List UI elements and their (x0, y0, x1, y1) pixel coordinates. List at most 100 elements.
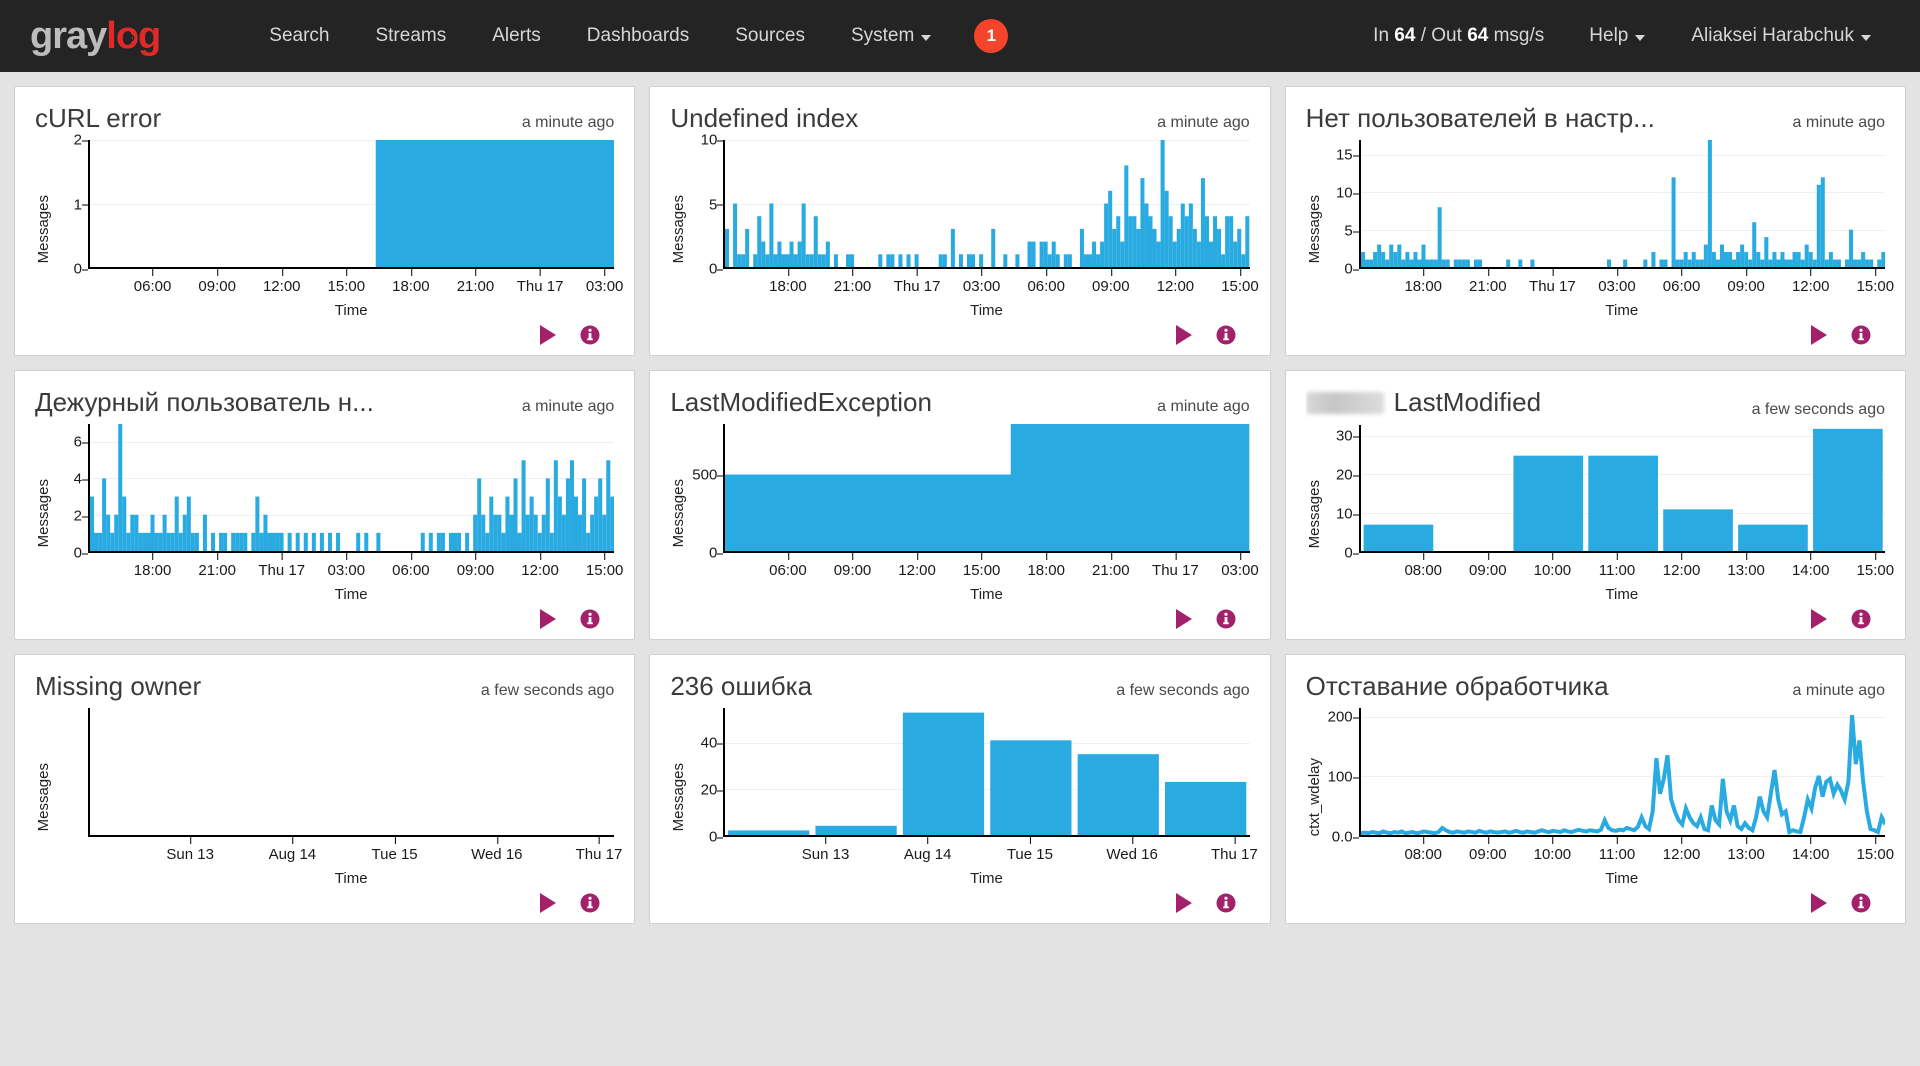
plot-area (54, 708, 614, 837)
widget-header: Дежурный пользователь н...a minute ago (35, 387, 614, 418)
play-icon[interactable] (1174, 608, 1194, 630)
x-tick-label: 14:00 (1792, 562, 1830, 579)
widget-header: cURL errora minute ago (35, 103, 614, 134)
widget-title[interactable]: Дежурный пользователь н... (35, 387, 374, 418)
widget-updated-time: a few seconds ago (1740, 401, 1885, 419)
nav-item-sources[interactable]: Sources (712, 15, 828, 57)
play-icon[interactable] (538, 608, 558, 630)
y-tick-label: 0 (1344, 545, 1352, 562)
widget-title[interactable]: Undefined index (670, 103, 858, 134)
play-icon[interactable] (1809, 608, 1829, 630)
chart-series (725, 708, 1249, 835)
chart-canvas[interactable] (1359, 425, 1885, 554)
x-tick-label: 09:00 (198, 278, 236, 295)
nav-item-dashboards[interactable]: Dashboards (564, 15, 712, 57)
plot-wrapper: 051018:0021:00Thu 1703:0006:0009:0012:00… (689, 140, 1249, 319)
x-tick-label: 06:00 (769, 562, 807, 579)
throughput-in-prefix: In (1373, 25, 1394, 46)
y-axis-label: Messages (35, 479, 52, 547)
widget-title[interactable]: 236 ошибка (670, 671, 812, 702)
widget-title[interactable]: Нет пользователей в настр... (1306, 103, 1655, 134)
widget-updated-time: a minute ago (1145, 398, 1250, 416)
play-icon[interactable] (1174, 892, 1194, 914)
y-axis-ticks: 051015 (1325, 140, 1359, 269)
info-icon[interactable] (580, 325, 600, 345)
plot-wrapper: 050006:0009:0012:0015:0018:0021:00Thu 17… (689, 424, 1249, 603)
chart-canvas[interactable] (88, 708, 614, 837)
x-tick-label: 09:00 (1727, 278, 1765, 295)
nav-item-user-menu[interactable]: Aliaksei Harabchuk (1668, 15, 1894, 57)
widget-footer (670, 887, 1249, 915)
nav-label: Sources (735, 25, 805, 47)
y-axis-ticks: 0500 (689, 424, 723, 553)
widget-дежурный-пользователь-н: Дежурный пользователь н...a minute ago Me… (14, 370, 635, 640)
widget-236-ошибка: 236 ошибкаa few seconds agoMessages02040… (649, 654, 1270, 924)
plot-area: 051015 (1325, 140, 1885, 269)
info-icon[interactable] (1851, 609, 1871, 629)
chart-canvas[interactable] (88, 140, 614, 269)
x-tick-label: 03:00 (963, 278, 1001, 295)
play-icon[interactable] (1809, 324, 1829, 346)
info-icon[interactable] (1851, 893, 1871, 913)
widget-body: Messages01206:0009:0012:0015:0018:0021:0… (35, 134, 614, 319)
plot-wrapper: Sun 13Aug 14Tue 15Wed 16Thu 17Time (54, 708, 614, 887)
widget-title-text: LastModifiedException (670, 387, 932, 418)
y-tick-label: 0 (709, 829, 717, 846)
widget-title-text: cURL error (35, 103, 161, 134)
nav-item-search[interactable]: Search (246, 15, 352, 57)
y-tick-label: 0 (74, 545, 82, 562)
nav-item-alerts[interactable]: Alerts (469, 15, 564, 57)
info-icon[interactable] (1216, 609, 1236, 629)
widget-title[interactable]: Missing owner (35, 671, 201, 702)
top-navbar: graylog Search Streams Alerts Dashboards… (0, 0, 1920, 72)
widget-footer (35, 319, 614, 347)
widget-title[interactable]: LastModified (1306, 387, 1541, 418)
chart-canvas[interactable] (723, 140, 1249, 269)
y-tick-label: 200 (1328, 709, 1353, 726)
nav-item-help[interactable]: Help (1566, 15, 1668, 57)
info-icon[interactable] (1851, 325, 1871, 345)
play-icon[interactable] (538, 324, 558, 346)
notification-badge[interactable]: 1 (974, 19, 1008, 53)
nav-item-streams[interactable]: Streams (352, 15, 469, 57)
chart-canvas[interactable] (1359, 140, 1885, 269)
x-tick-label: 10:00 (1534, 562, 1572, 579)
y-tick-label: 2 (74, 132, 82, 149)
play-icon[interactable] (538, 892, 558, 914)
info-icon[interactable] (1216, 893, 1236, 913)
plot-wrapper: 0.010020008:0009:0010:0011:0012:0013:001… (1325, 708, 1885, 887)
x-tick-label: 11:00 (1599, 846, 1635, 863)
dashboard-grid: cURL errora minute agoMessages01206:0009… (0, 72, 1920, 938)
widget-title[interactable]: Отставание обработчика (1306, 671, 1609, 702)
y-axis-ticks: 0246 (54, 424, 88, 553)
play-icon[interactable] (1174, 324, 1194, 346)
chevron-down-icon (1861, 35, 1871, 41)
info-icon[interactable] (1216, 325, 1236, 345)
chart-canvas[interactable] (723, 424, 1249, 553)
chart-series (1361, 708, 1885, 835)
graylog-logo[interactable]: graylog (30, 17, 160, 55)
chart-canvas[interactable] (723, 708, 1249, 837)
widget-title-text: Дежурный пользователь н... (35, 387, 374, 418)
x-tick-label: 12:00 (898, 562, 936, 579)
x-tick-label: 09:00 (1469, 562, 1507, 579)
x-tick-label: 12:00 (263, 278, 301, 295)
widget-title[interactable]: cURL error (35, 103, 161, 134)
widget-title[interactable]: LastModifiedException (670, 387, 932, 418)
widget-updated-time: a minute ago (1780, 114, 1885, 132)
x-tick-label: Thu 17 (1529, 278, 1576, 295)
info-icon[interactable] (580, 609, 600, 629)
x-tick-label: 15:00 (1221, 278, 1259, 295)
y-tick-label: 2 (74, 508, 82, 525)
x-tick-label: 18:00 (1404, 278, 1442, 295)
logo-swirl-icon (121, 30, 137, 46)
play-icon[interactable] (1809, 892, 1829, 914)
y-tick-label: 5 (1344, 223, 1352, 240)
x-tick-label: 15:00 (1857, 846, 1895, 863)
info-icon[interactable] (580, 893, 600, 913)
x-tick-label: 06:00 (134, 278, 172, 295)
chart-canvas[interactable] (88, 424, 614, 553)
chart-canvas[interactable] (1359, 708, 1885, 837)
nav-item-system[interactable]: System (828, 15, 954, 57)
x-tick-label: 09:00 (457, 562, 495, 579)
